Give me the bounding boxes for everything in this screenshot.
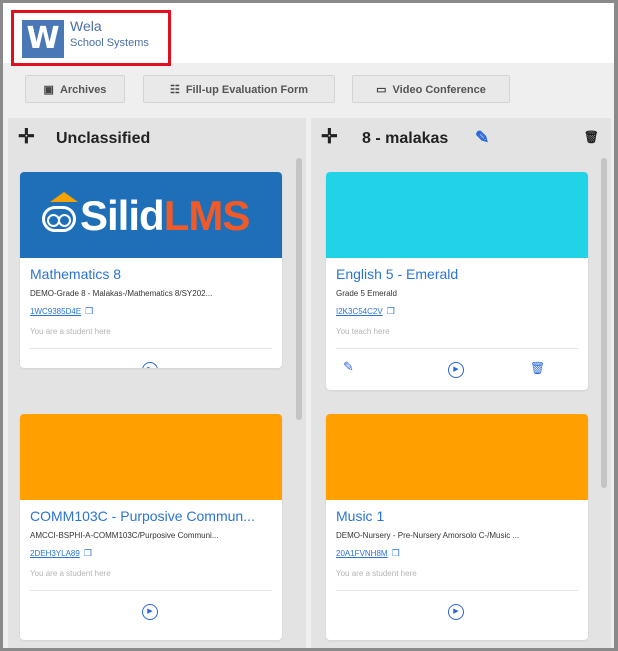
form-icon: ☷ [169,84,180,96]
card-banner [326,414,588,500]
drag-move-icon[interactable]: ✛ [18,127,35,147]
card-divider [30,348,272,349]
evaluation-form-button[interactable]: ☷ Fill-up Evaluation Form [143,75,335,103]
class-card[interactable]: English 5 - Emerald Grade 5 Emerald I2K3… [326,172,588,390]
column-header: ✛ 8 - malakas ✎ 🗑 [311,118,611,158]
card-role: You are a student here [30,327,111,336]
card-banner [20,414,282,500]
trash-icon[interactable]: 🗑 [530,360,545,376]
edit-pencil-icon[interactable]: ✎ [343,360,354,376]
play-circle-icon[interactable]: ▶ [448,362,464,378]
card-description: DEMO-Grade 8 - Malakas-/Mathematics 8/SY… [30,289,213,298]
card-title[interactable]: COMM103C - Purposive Commun... [30,508,272,524]
evaluation-label: Fill-up Evaluation Form [185,84,309,96]
class-code-link[interactable]: 2DEH3YLA89 ❒ [30,548,92,559]
graduation-cap-icon [50,192,78,202]
header: W Wela School Systems [3,3,614,66]
video-camera-icon: ▭ [376,84,387,96]
brand-name: Wela [70,18,102,34]
video-conference-button[interactable]: ▭ Video Conference [352,75,510,103]
video-label: Video Conference [392,84,486,96]
card-role: You are a student here [336,569,417,578]
column-header: ✛ Unclassified [8,118,306,158]
wela-logo-icon: W [22,20,64,58]
copy-icon[interactable]: ❒ [392,548,400,559]
column-title: Unclassified [56,130,151,147]
card-title[interactable]: Music 1 [336,508,578,524]
silidlms-logo: SilidLMS [80,192,250,239]
copy-icon[interactable]: ❒ [85,306,93,317]
card-divider [336,590,578,591]
class-card[interactable]: Music 1 DEMO-Nursery - Pre-Nursery Amors… [326,414,588,640]
card-banner [326,172,588,258]
column-title: 8 - malakas [362,130,449,147]
copy-icon[interactable]: ❒ [84,548,92,559]
card-role: You teach here [336,327,390,336]
scrollbar-thumb[interactable] [601,158,607,488]
scrollbar-thumb[interactable] [296,158,302,420]
column-8-malakas: ✛ 8 - malakas ✎ 🗑 English 5 - Emerald Gr… [311,118,611,648]
card-description: Grade 5 Emerald [336,289,397,298]
play-circle-icon[interactable]: ▶ [142,362,158,368]
archive-box-icon: ▣ [43,84,54,96]
class-code-link[interactable]: 1WC9385D4E ❒ [30,306,93,317]
archives-label: Archives [59,84,107,96]
copy-icon[interactable]: ❒ [387,306,395,317]
card-description: DEMO-Nursery - Pre-Nursery Amorsolo C-/M… [336,531,520,540]
owl-glasses-icon [42,206,76,232]
class-card[interactable]: COMM103C - Purposive Commun... AMCCI-BSP… [20,414,282,640]
class-card[interactable]: SilidLMS Mathematics 8 DEMO-Grade 8 - Ma… [20,172,282,368]
card-divider [30,590,272,591]
class-code-link[interactable]: 20A1FVNH8M ❒ [336,548,400,559]
card-title[interactable]: English 5 - Emerald [336,266,578,282]
brand-subtitle: School Systems [70,37,149,49]
app-window: W Wela School Systems ▣ Archives ☷ Fill-up… [3,3,614,648]
brand-logo[interactable]: W Wela School Systems [11,10,171,66]
class-code-link[interactable]: I2K3C54C2V ❒ [336,306,395,317]
play-circle-icon[interactable]: ▶ [142,604,158,620]
column-scrollbar[interactable] [601,158,607,648]
card-description: AMCCI-BSPHI-A-COMM103C/Purposive Communi… [30,531,219,540]
column-unclassified: ✛ Unclassified SilidLMS Mathematics 8 DE… [8,118,306,648]
card-divider [336,348,578,349]
card-banner: SilidLMS [20,172,282,258]
trash-icon[interactable]: 🗑 [584,130,599,144]
column-scrollbar[interactable] [296,158,302,648]
archives-button[interactable]: ▣ Archives [25,75,125,103]
edit-pencil-icon[interactable]: ✎ [475,128,489,148]
play-circle-icon[interactable]: ▶ [448,604,464,620]
card-title[interactable]: Mathematics 8 [30,266,272,282]
drag-move-icon[interactable]: ✛ [321,127,338,147]
card-role: You are a student here [30,569,111,578]
